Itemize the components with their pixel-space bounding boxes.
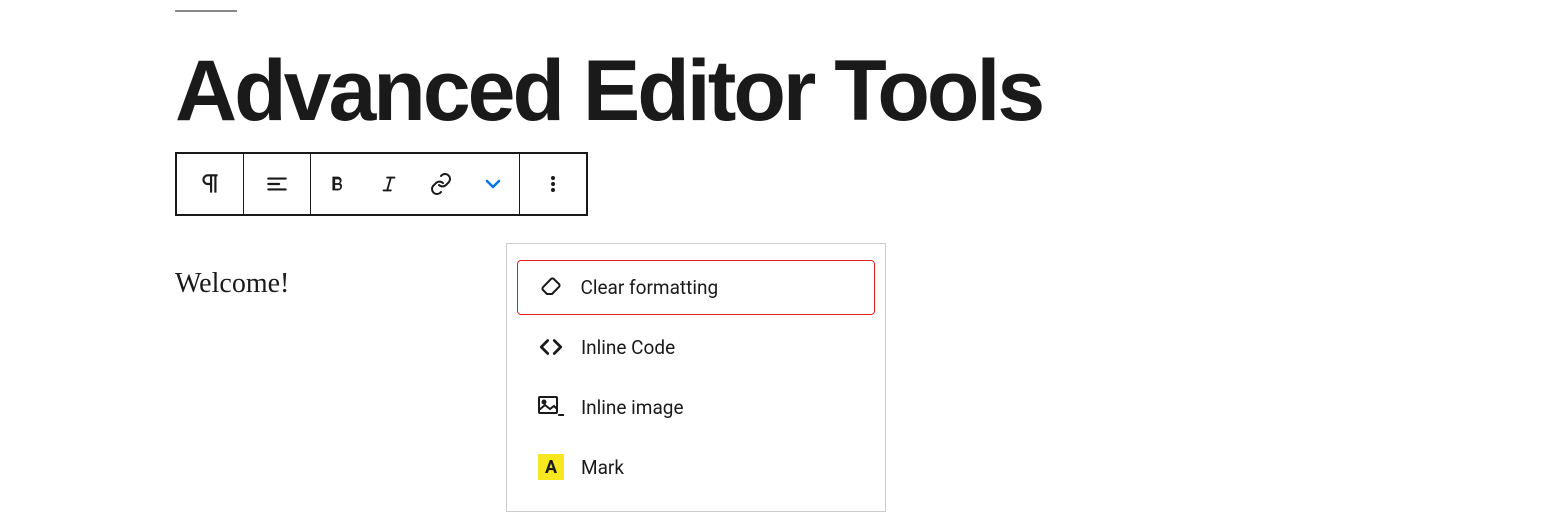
clear-formatting-item[interactable]: Clear formatting <box>517 260 875 315</box>
paragraph-button[interactable] <box>177 154 243 214</box>
dropdown-item-label: Inline image <box>581 396 684 419</box>
eraser-icon <box>537 274 565 302</box>
more-options-button[interactable] <box>520 154 586 214</box>
italic-icon <box>378 173 400 195</box>
chevron-down-icon <box>481 172 505 196</box>
mark-item[interactable]: A Mark <box>517 439 875 495</box>
mark-icon: A <box>537 453 565 481</box>
more-vertical-icon <box>541 172 565 196</box>
formatting-dropdown: Clear formatting Inline Code Inline imag… <box>506 243 886 512</box>
block-toolbar <box>175 152 588 216</box>
align-button[interactable] <box>244 154 310 214</box>
code-icon <box>537 333 565 361</box>
paragraph-icon <box>197 171 223 197</box>
link-button[interactable] <box>415 154 467 214</box>
image-icon <box>537 393 565 421</box>
bold-button[interactable] <box>311 154 363 214</box>
align-icon <box>264 171 290 197</box>
inline-code-item[interactable]: Inline Code <box>517 319 875 375</box>
page-title: Advanced Editor Tools <box>175 48 1544 134</box>
more-formatting-button[interactable] <box>467 154 519 214</box>
dropdown-item-label: Clear formatting <box>581 276 719 299</box>
italic-button[interactable] <box>363 154 415 214</box>
link-icon <box>429 172 453 196</box>
dropdown-item-label: Mark <box>581 456 624 479</box>
bold-icon <box>326 173 348 195</box>
divider-line <box>175 10 237 12</box>
dropdown-item-label: Inline Code <box>581 336 675 359</box>
inline-image-item[interactable]: Inline image <box>517 379 875 435</box>
